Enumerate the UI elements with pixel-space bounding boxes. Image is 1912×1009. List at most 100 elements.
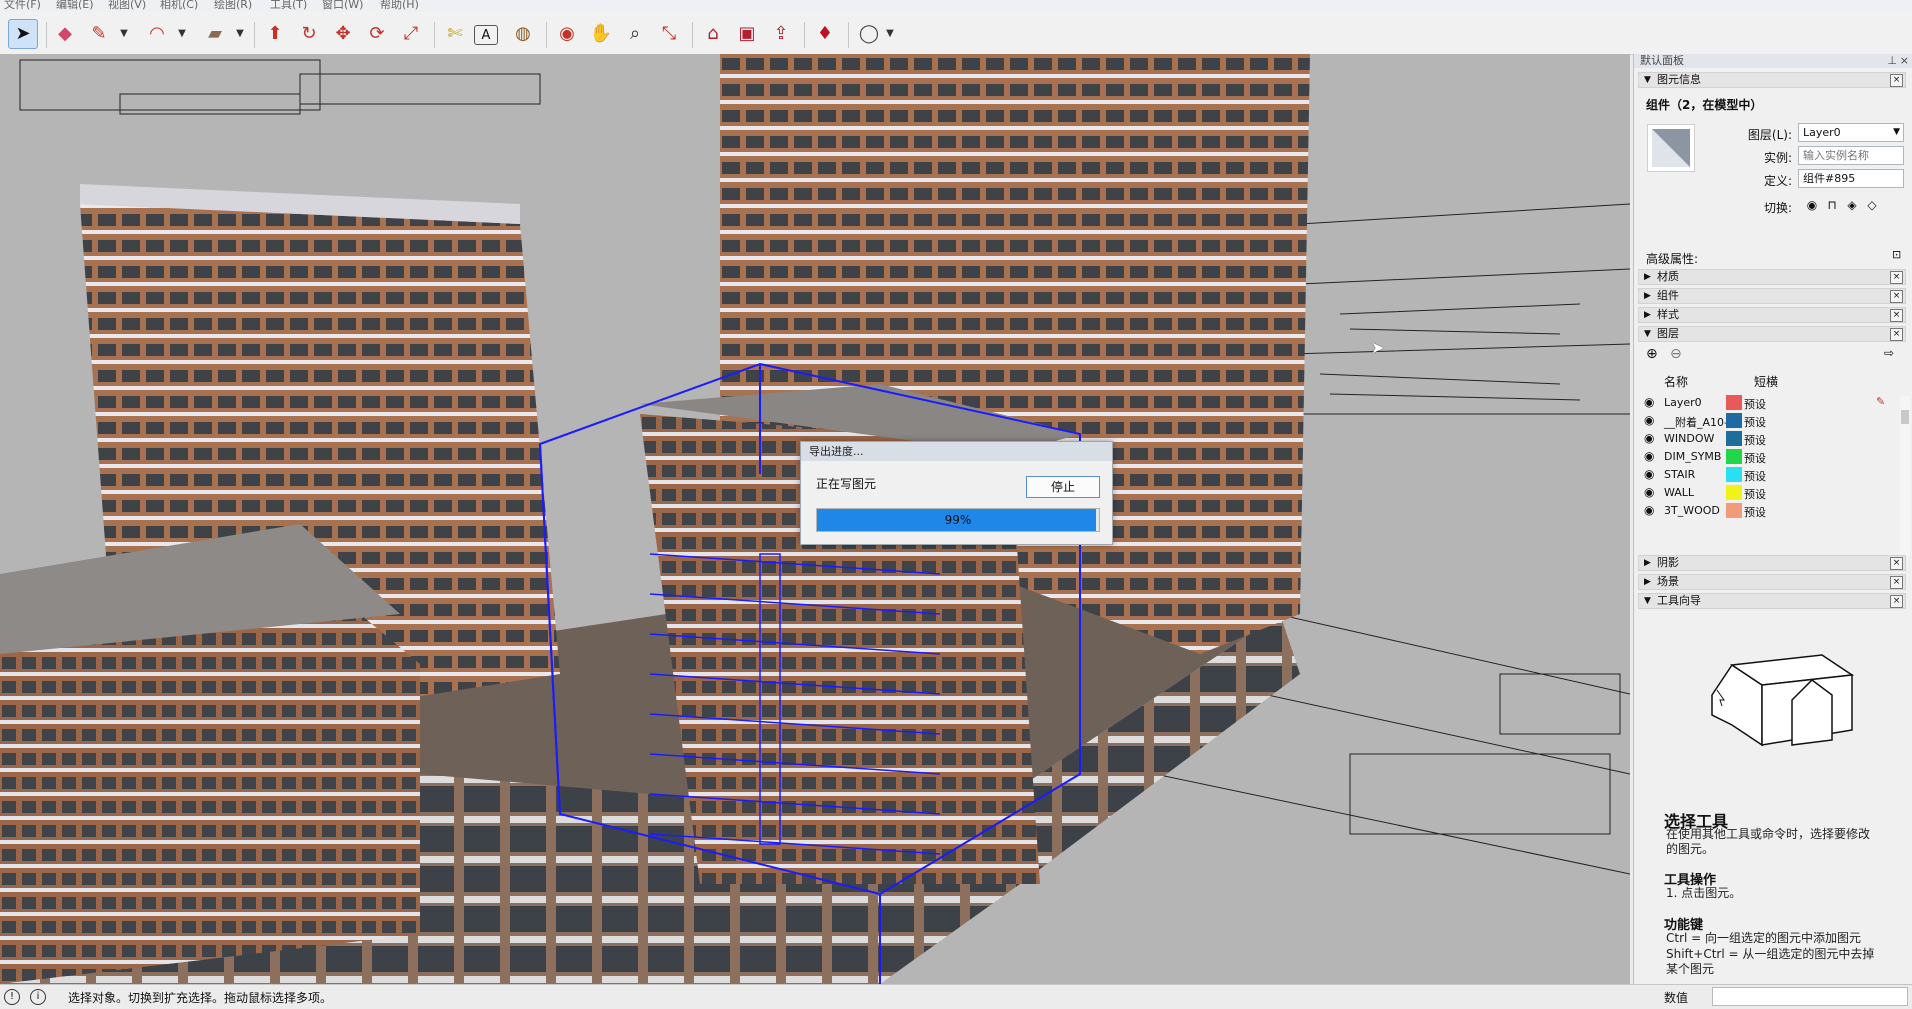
eye-icon[interactable]: ◉	[1644, 485, 1654, 499]
definition-field[interactable]: 组件#895	[1798, 169, 1904, 188]
close-icon[interactable]: ×	[1890, 595, 1903, 608]
orbit-tool-icon[interactable]: ◉	[552, 19, 582, 49]
chevron-down-icon[interactable]: ▼	[118, 19, 130, 49]
close-icon[interactable]: ×	[1890, 576, 1903, 589]
section-entity-info[interactable]: ▼ 图元信息 ×	[1638, 72, 1906, 88]
eye-icon[interactable]: ◉	[1644, 503, 1654, 517]
close-icon[interactable]: ×	[1900, 54, 1909, 68]
rotate-tool-icon[interactable]: ⟳	[362, 19, 392, 49]
section-scenes[interactable]: ▶ 场景 ×	[1638, 574, 1906, 590]
eye-icon[interactable]: ◉	[1644, 449, 1654, 463]
lock-icon[interactable]: ⊓	[1824, 197, 1840, 213]
follow-me-tool-icon[interactable]: ↻	[294, 19, 324, 49]
layer-color-swatch[interactable]	[1726, 467, 1742, 482]
add-layer-icon[interactable]: ⊕	[1646, 346, 1658, 362]
status-hint: 选择对象。切换到扩充选择。拖动鼠标选择多项。	[68, 991, 333, 1005]
instance-name-input[interactable]	[1798, 146, 1904, 165]
zoom-tool-icon[interactable]: ⌕	[620, 19, 650, 49]
layer-row[interactable]: ◉ DIM_SYMB 预设	[1638, 448, 1900, 466]
text-tool-icon[interactable]: A	[474, 25, 498, 45]
section-components[interactable]: ▶ 组件 ×	[1638, 288, 1906, 304]
layer-linestyle[interactable]: 预设	[1744, 414, 1766, 430]
push-pull-tool-icon[interactable]: ⬆	[260, 19, 290, 49]
eye-icon[interactable]: ◉	[1644, 413, 1654, 427]
close-icon[interactable]: ×	[1890, 74, 1903, 87]
layer-row[interactable]: ◉ WINDOW 预设	[1638, 430, 1900, 448]
remove-layer-icon[interactable]: ⊖	[1670, 346, 1682, 362]
layer-row[interactable]: ◉ STAIR 预设	[1638, 466, 1900, 484]
info-icon[interactable]: i	[30, 989, 46, 1005]
chevron-down-icon[interactable]: ▼	[234, 19, 246, 49]
menu-window[interactable]: 窗口(W)	[322, 0, 363, 12]
layer-details-icon[interactable]: ⇨	[1884, 346, 1894, 360]
layer-select[interactable]: Layer0 ▼	[1798, 123, 1904, 142]
menu-draw[interactable]: 绘图(R)	[214, 0, 252, 12]
chevron-right-icon: ▶	[1644, 310, 1651, 320]
chevron-down-icon[interactable]: ▼	[176, 19, 188, 49]
chevron-down-icon[interactable]: ▼	[884, 19, 896, 49]
paint-bucket-tool-icon[interactable]: ◍	[508, 19, 538, 49]
measurements-input[interactable]	[1712, 987, 1908, 1006]
layer-color-swatch[interactable]	[1726, 503, 1742, 518]
ruby-icon[interactable]: ♦	[810, 19, 840, 49]
layer-row[interactable]: ◉ __附着_A10-1 预设	[1638, 412, 1900, 430]
eraser-tool-icon[interactable]: ◆	[50, 19, 80, 49]
geo-location-icon[interactable]: !	[4, 989, 20, 1005]
menu-camera[interactable]: 相机(C)	[160, 0, 198, 12]
layer-linestyle[interactable]: 预设	[1744, 450, 1766, 466]
menu-edit[interactable]: 编辑(E)	[56, 0, 94, 12]
layers-scrollbar[interactable]	[1900, 396, 1910, 556]
layer-linestyle[interactable]: 预设	[1744, 432, 1766, 448]
close-icon[interactable]: ×	[1890, 328, 1903, 341]
tape-measure-tool-icon[interactable]: ✄	[440, 19, 470, 49]
scale-tool-icon[interactable]: ⤢	[396, 19, 426, 49]
menu-file[interactable]: 文件(F)	[4, 0, 41, 12]
eye-icon[interactable]: ◉	[1644, 395, 1654, 409]
menu-view[interactable]: 视图(V)	[108, 0, 146, 12]
menu-help[interactable]: 帮助(H)	[380, 0, 419, 12]
layer-color-swatch[interactable]	[1726, 431, 1742, 446]
layer-color-swatch[interactable]	[1726, 485, 1742, 500]
section-materials[interactable]: ▶ 材质 ×	[1638, 269, 1906, 285]
layer-color-swatch[interactable]	[1726, 413, 1742, 428]
pin-icon[interactable]: ⊥	[1887, 54, 1897, 68]
section-styles[interactable]: ▶ 样式 ×	[1638, 307, 1906, 323]
layer-color-swatch[interactable]	[1726, 449, 1742, 464]
close-icon[interactable]: ×	[1890, 290, 1903, 303]
extension-warehouse-icon[interactable]: ▣	[732, 19, 762, 49]
eye-icon[interactable]: ◉	[1804, 197, 1820, 213]
eye-icon[interactable]: ◉	[1644, 467, 1654, 481]
layer-row[interactable]: ◉ WALL 预设	[1638, 484, 1900, 502]
rectangle-tool-icon[interactable]: ▰	[200, 19, 230, 49]
cast-shadows-icon[interactable]: ◇	[1864, 197, 1880, 213]
account-icon[interactable]: ◯	[854, 19, 884, 49]
instructor-description: 在使用其他工具或命令时，选择要修改的图元。	[1666, 827, 1871, 856]
layer-linestyle[interactable]: 预设	[1744, 504, 1766, 520]
layer-linestyle[interactable]: 预设	[1744, 486, 1766, 502]
warehouse-icon[interactable]: ⌂	[698, 19, 728, 49]
section-instructor[interactable]: ▼ 工具向导 ×	[1638, 593, 1906, 609]
layer-linestyle[interactable]: 预设	[1744, 468, 1766, 484]
zoom-extents-tool-icon[interactable]: ⤡	[654, 19, 684, 49]
expand-attributes-icon[interactable]: ⊡	[1892, 248, 1901, 261]
pencil-tool-icon[interactable]: ✎	[84, 19, 114, 49]
layer-color-swatch[interactable]	[1726, 395, 1742, 410]
menu-tools[interactable]: 工具(T)	[270, 0, 307, 12]
close-icon[interactable]: ×	[1890, 271, 1903, 284]
layer-row[interactable]: ◉ 3T_WOOD 预设	[1638, 502, 1900, 520]
eye-icon[interactable]: ◉	[1644, 431, 1654, 445]
layer-linestyle[interactable]: 预设	[1744, 396, 1766, 412]
select-tool-icon[interactable]: ➤	[8, 19, 38, 49]
section-shadows[interactable]: ▶ 阴影 ×	[1638, 555, 1906, 571]
layer-row[interactable]: ◉ Layer0 预设 ✎	[1638, 394, 1900, 412]
share-model-icon[interactable]: ⇪	[766, 19, 796, 49]
pan-tool-icon[interactable]: ✋	[586, 19, 616, 49]
scrollbar-thumb[interactable]	[1901, 410, 1909, 424]
close-icon[interactable]: ×	[1890, 309, 1903, 322]
close-icon[interactable]: ×	[1890, 557, 1903, 570]
receive-shadows-icon[interactable]: ◈	[1844, 197, 1860, 213]
section-layers[interactable]: ▼ 图层 ×	[1638, 326, 1906, 342]
arc-tool-icon[interactable]: ◠	[142, 19, 172, 49]
stop-button[interactable]: 停止	[1026, 476, 1100, 498]
move-tool-icon[interactable]: ✥	[328, 19, 358, 49]
